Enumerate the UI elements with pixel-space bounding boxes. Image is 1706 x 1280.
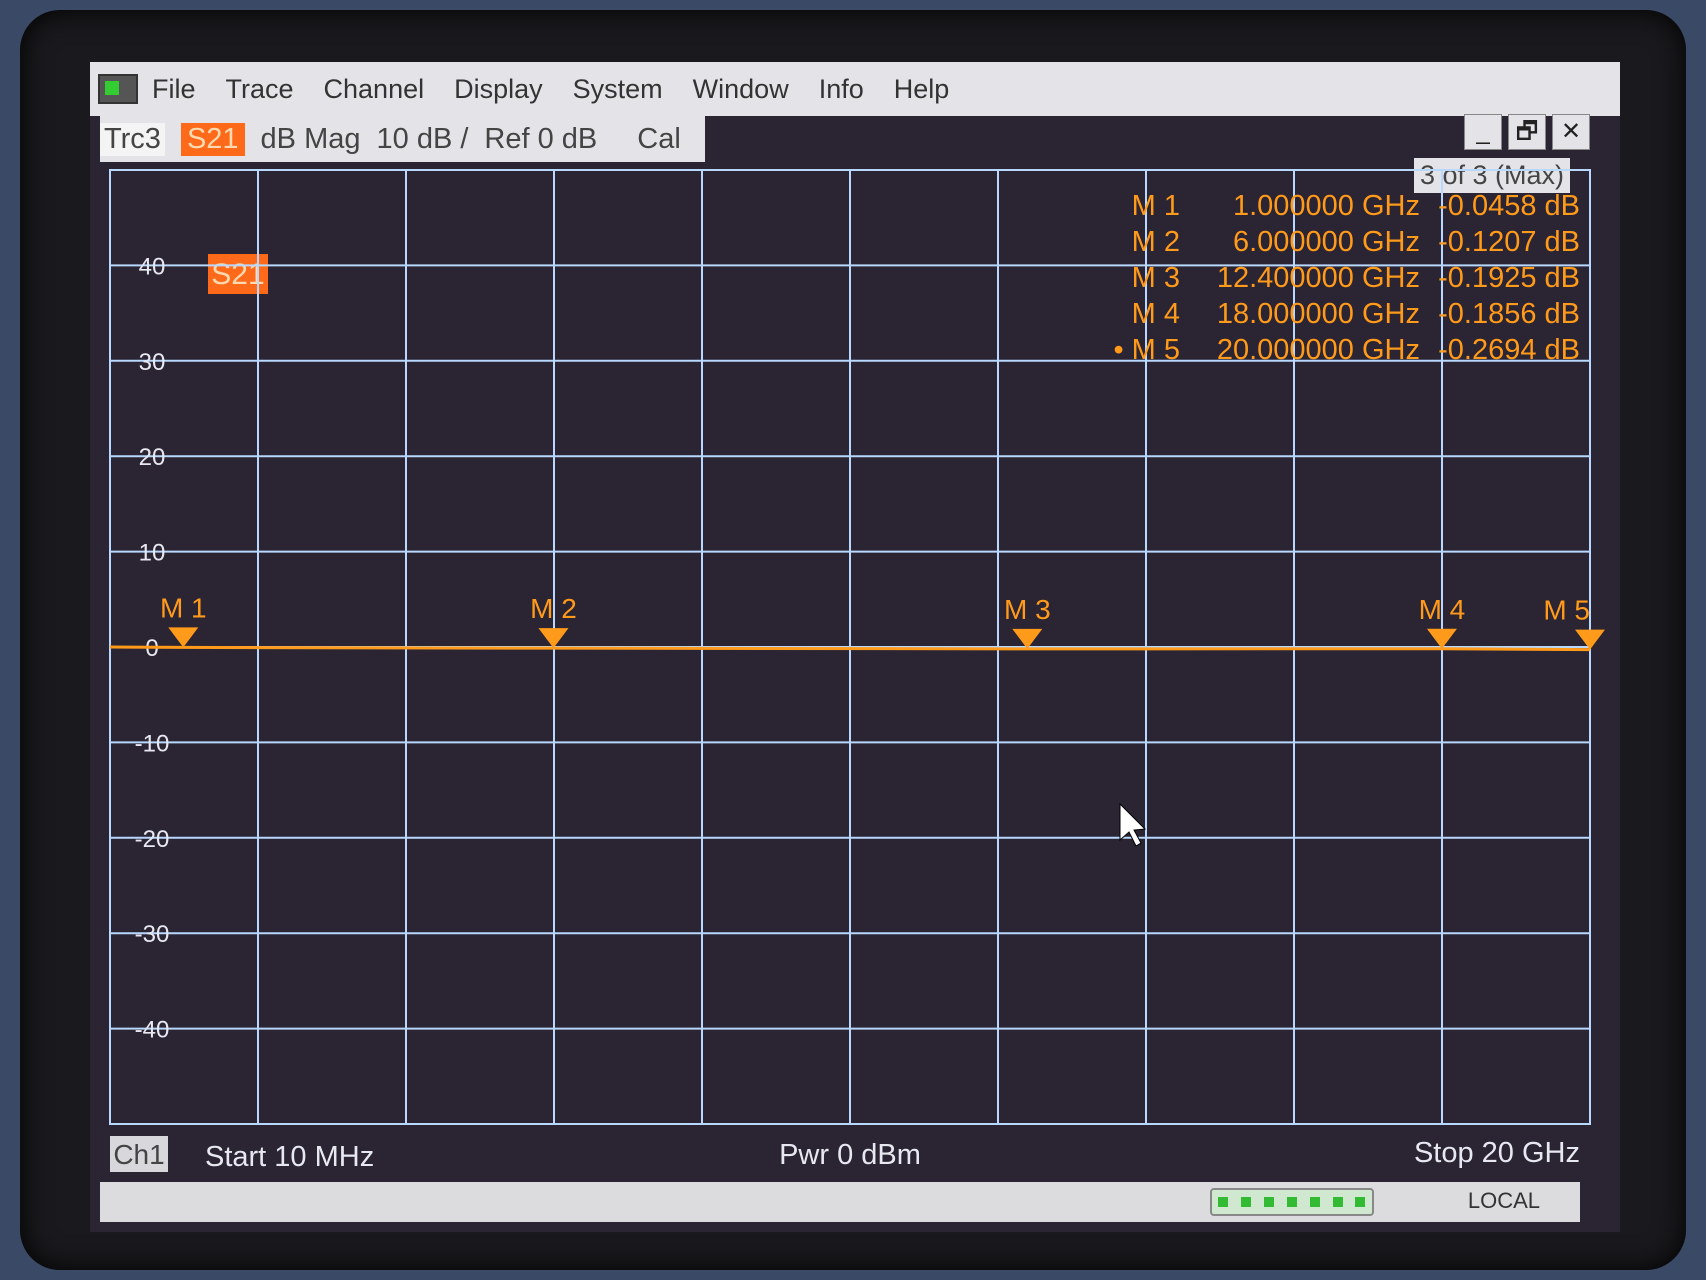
y-tick-label: 10	[139, 540, 166, 567]
marker-readout-frequency: 18.000000 GHz	[1217, 298, 1420, 330]
channel-label[interactable]: Ch1	[113, 1139, 164, 1170]
marker-readout-frequency: 20.000000 GHz	[1217, 334, 1420, 366]
status-footer: LOCAL	[100, 1182, 1580, 1222]
y-tick-label: -40	[135, 1017, 170, 1044]
marker-triangle-icon[interactable]	[1426, 628, 1457, 649]
marker-readout-value: -0.0458 dB	[1438, 190, 1580, 222]
marker-label[interactable]: M 4	[1419, 594, 1466, 625]
marker-readout-label: M 1	[1132, 190, 1180, 222]
trace-line	[109, 645, 1591, 652]
y-tick-label: 20	[139, 444, 166, 471]
marker-readout-value: -0.2694 dB	[1438, 334, 1580, 366]
marker-readout-value: -0.1925 dB	[1438, 262, 1580, 294]
marker-readout-label: M 4	[1132, 298, 1180, 330]
marker-readout-label: M 2	[1132, 226, 1180, 258]
marker-readout-label: M 3	[1132, 262, 1180, 294]
activity-indicator	[1210, 1188, 1374, 1216]
y-tick-label: 40	[139, 253, 166, 280]
marker-label[interactable]: M 3	[1004, 594, 1051, 625]
y-tick-label: -20	[135, 826, 170, 853]
vna-screen: File Trace Channel Display System Window…	[90, 62, 1620, 1232]
start-frequency[interactable]: Start 10 MHz	[205, 1141, 374, 1173]
plot-area[interactable]: S21 403020100-10-20-30-40M 1 1.000000 GHz…	[90, 62, 1620, 1232]
marker-readout-frequency: 1.000000 GHz	[1233, 190, 1420, 222]
marker-readout-frequency: 6.000000 GHz	[1233, 226, 1420, 258]
source-power[interactable]: Pwr 0 dBm	[779, 1139, 921, 1171]
marker-readout-label: • M 5	[1113, 334, 1180, 366]
y-tick-label: -10	[135, 730, 170, 757]
local-status: LOCAL	[1467, 1188, 1540, 1213]
marker-label[interactable]: M 1	[160, 592, 207, 623]
marker-triangle-icon[interactable]	[1012, 628, 1043, 649]
marker-readout-value: -0.1207 dB	[1438, 226, 1580, 258]
stop-frequency[interactable]: Stop 20 GHz	[1414, 1137, 1580, 1169]
marker-triangle-icon[interactable]	[168, 627, 199, 648]
marker-readout-value: -0.1856 dB	[1438, 298, 1580, 330]
y-tick-label: -30	[135, 921, 170, 948]
mouse-cursor-icon	[1119, 802, 1147, 847]
trace-badge-label: S21	[211, 258, 264, 291]
marker-label[interactable]: M 2	[530, 593, 577, 624]
y-tick-label: 30	[139, 349, 166, 376]
marker-triangle-icon[interactable]	[538, 628, 569, 649]
marker-label[interactable]: M 5	[1543, 595, 1590, 626]
marker-readout-frequency: 12.400000 GHz	[1217, 262, 1420, 294]
